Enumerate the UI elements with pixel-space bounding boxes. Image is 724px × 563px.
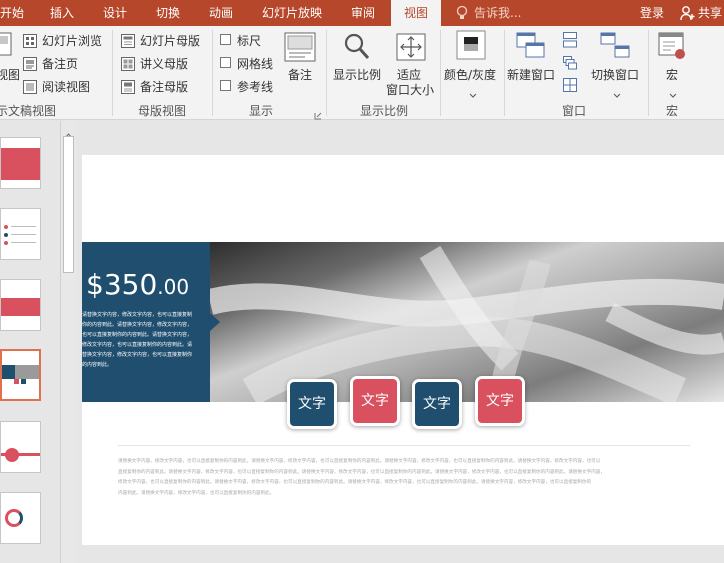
tab-animations[interactable]: 动画 bbox=[209, 0, 233, 26]
macros-icon[interactable] bbox=[658, 32, 686, 64]
panel-text-line: 也可以直接复制你的内容到此。请替换文字内容， bbox=[82, 332, 193, 338]
text-tile[interactable]: 文字 bbox=[412, 379, 462, 429]
group-separator bbox=[648, 30, 649, 116]
thumbnail-scrollbar[interactable] bbox=[60, 121, 76, 563]
share-button[interactable]: 共享 bbox=[698, 0, 722, 26]
slide-thumbnail[interactable] bbox=[0, 279, 41, 331]
arrange-all-icon[interactable] bbox=[563, 32, 577, 52]
zoom-button[interactable]: 显示比例 bbox=[333, 66, 381, 83]
price-main: $350 bbox=[86, 268, 158, 301]
tab-insert[interactable]: 插入 bbox=[50, 0, 74, 26]
login-button[interactable]: 登录 bbox=[640, 0, 664, 26]
tab-home[interactable]: 开始 bbox=[0, 0, 24, 26]
slide-sorter-button[interactable]: 幻灯片浏览 bbox=[42, 32, 102, 49]
macros-button[interactable]: 宏 bbox=[666, 66, 678, 83]
body-text-line: 请替换文字内容，修改文字内容，也可以直接复制你的内容到此。请替换文字内容，修改文… bbox=[118, 459, 601, 464]
color-grayscale-icon[interactable] bbox=[456, 30, 486, 64]
fit-to-window-icon[interactable] bbox=[396, 33, 426, 65]
notes-button[interactable]: 备注 bbox=[288, 66, 312, 83]
group-separator bbox=[212, 30, 213, 116]
slide-master-button[interactable]: 幻灯片母版 bbox=[140, 32, 200, 49]
slide-master-icon bbox=[121, 33, 135, 52]
notes-master-button[interactable]: 备注母版 bbox=[140, 78, 188, 95]
text-tile[interactable]: 文字 bbox=[475, 376, 525, 426]
person-add-icon[interactable] bbox=[680, 5, 696, 25]
price-panel: $350.00 请替换文字内容，修改文字内容，也可以直接复制 你的内容到此。请替… bbox=[82, 242, 210, 402]
switch-windows-icon[interactable] bbox=[600, 32, 630, 64]
body-text: 请替换文字内容，修改文字内容，也可以直接复制你的内容到此。请替换文字内容，修改文… bbox=[118, 457, 690, 499]
panel-text-line: 请替换文字内容，修改文字内容，也可以直接复制 bbox=[82, 312, 193, 318]
body-text-line: 直接复制你的内容到此。请替换文字内容，修改文字内容，也可以直接复制你的内容到此。… bbox=[118, 469, 605, 475]
ruler-checkbox[interactable] bbox=[220, 34, 231, 45]
switch-windows-button[interactable]: 切换窗口 bbox=[591, 66, 639, 83]
panel-text-line: 替换文字内容，修改文字内容，也可以直接复制你 bbox=[82, 352, 193, 358]
fit-window-label-2[interactable]: 窗口大小 bbox=[386, 81, 434, 98]
handout-master-icon bbox=[121, 56, 135, 75]
panel-text-line: 你的内容到此。请替换文字内容，修改文字内容， bbox=[82, 322, 193, 328]
group-label-window: 窗口 bbox=[562, 104, 587, 118]
group-label-show: 显示 bbox=[249, 104, 274, 118]
tab-review[interactable]: 审阅 bbox=[351, 0, 375, 26]
slide-sorter-icon bbox=[23, 33, 37, 52]
panel-text-line: 修改文字内容，也可以直接复制你的内容到此。请 bbox=[82, 342, 193, 348]
normal-view-icon[interactable] bbox=[0, 32, 14, 62]
group-label-zoom: 显示比例 bbox=[360, 104, 409, 118]
chevron-down-icon[interactable] bbox=[469, 84, 477, 103]
color-grayscale-button[interactable]: 颜色/灰度 bbox=[444, 66, 496, 83]
slide-thumbnail[interactable] bbox=[0, 208, 41, 260]
thumbnail-logo-text: LOGO bbox=[23, 140, 35, 145]
handout-master-button[interactable]: 讲义母版 bbox=[140, 55, 188, 72]
guides-checkbox[interactable] bbox=[220, 80, 231, 91]
reading-view-button[interactable]: 阅读视图 bbox=[42, 78, 90, 95]
text-tile[interactable]: 文字 bbox=[287, 379, 337, 429]
slide-thumbnail[interactable]: LOGO bbox=[0, 137, 41, 189]
lightbulb-icon bbox=[456, 5, 468, 25]
move-split-icon[interactable] bbox=[563, 77, 577, 96]
tab-view[interactable]: 视图 bbox=[391, 0, 441, 26]
tab-design[interactable]: 设计 bbox=[103, 0, 127, 26]
body-text-line: 内容到此。请替换文字内容，修改文字内容，也可以直接复制你的内容到此。 bbox=[118, 490, 275, 496]
ribbon-view: 视图 幻灯片浏览 备注页 阅读视图 示文稿视图 幻灯片母版 讲义母版 备注母版 … bbox=[0, 26, 724, 120]
notes-page-button[interactable]: 备注页 bbox=[42, 55, 78, 72]
notes-master-icon bbox=[121, 79, 135, 98]
new-window-button[interactable]: 新建窗口 bbox=[507, 66, 555, 83]
teamwork-photo bbox=[210, 242, 724, 402]
text-tile[interactable]: 文字 bbox=[350, 376, 400, 426]
cascade-icon[interactable] bbox=[563, 55, 577, 74]
guides-label: 参考线 bbox=[237, 80, 274, 94]
gridlines-checkbox[interactable] bbox=[220, 57, 231, 68]
group-label-presentation-views: 示文稿视图 bbox=[0, 104, 57, 118]
chevron-down-icon[interactable] bbox=[669, 84, 677, 103]
price-panel-text: 请替换文字内容，修改文字内容，也可以直接复制 你的内容到此。请替换文字内容，修改… bbox=[82, 310, 206, 370]
chevron-down-icon[interactable] bbox=[613, 84, 621, 103]
notes-page-icon bbox=[23, 56, 37, 75]
new-window-icon[interactable] bbox=[516, 32, 546, 64]
slide-thumbnail[interactable] bbox=[0, 492, 41, 544]
group-separator bbox=[504, 30, 505, 116]
reading-view-icon bbox=[23, 79, 37, 98]
group-label-master-views: 母版视图 bbox=[138, 104, 187, 118]
zoom-magnifier-icon[interactable] bbox=[343, 32, 371, 66]
gridlines-label: 网格线 bbox=[237, 57, 274, 71]
ruler-label: 标尺 bbox=[237, 34, 262, 48]
tab-slideshow[interactable]: 幻灯片放映 bbox=[262, 0, 322, 26]
tell-me-input[interactable]: 告诉我... bbox=[474, 0, 521, 26]
panel-text-line: 的内容到此。 bbox=[82, 362, 113, 368]
divider bbox=[118, 445, 690, 446]
slide-thumbnail-selected[interactable] bbox=[0, 349, 41, 401]
ribbon-tab-bar: 开始 插入 设计 切换 动画 幻灯片放映 审阅 视图 告诉我... 登录 共享 bbox=[0, 0, 724, 26]
group-label-macros: 宏 bbox=[666, 104, 679, 118]
price-cents: .00 bbox=[157, 275, 190, 299]
panel-pointer bbox=[210, 313, 220, 331]
body-text-line: 修改文字内容，也可以直接复制你的内容到此。请替换文字内容，修改文字内容，也可以直… bbox=[118, 480, 592, 485]
slide-thumbnail[interactable] bbox=[0, 421, 41, 473]
group-separator bbox=[440, 30, 441, 116]
normal-view-label[interactable]: 视图 bbox=[0, 66, 20, 83]
scrollbar-thumb[interactable] bbox=[63, 136, 74, 273]
group-separator bbox=[112, 30, 113, 116]
tab-transitions[interactable]: 切换 bbox=[156, 0, 180, 26]
slide-canvas[interactable]: $350.00 请替换文字内容，修改文字内容，也可以直接复制 你的内容到此。请替… bbox=[82, 155, 724, 545]
notes-icon[interactable] bbox=[284, 32, 316, 66]
group-separator bbox=[326, 30, 327, 116]
